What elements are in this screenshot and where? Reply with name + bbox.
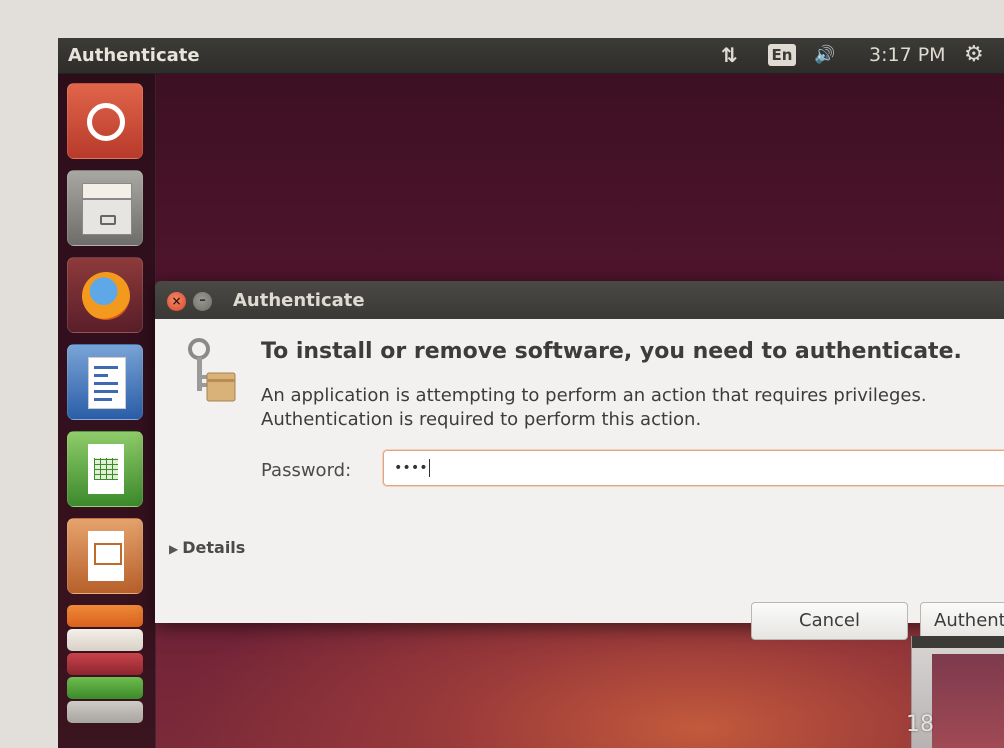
launcher-collapsed-stack[interactable]: [67, 605, 143, 745]
launcher-item-firefox[interactable]: [67, 257, 143, 333]
gear-icon[interactable]: ⚙: [964, 42, 984, 68]
amazon-icon: [67, 629, 143, 651]
writer-icon: [88, 357, 126, 409]
authenticate-button[interactable]: Authenticate: [920, 602, 1004, 640]
details-expander[interactable]: ▶ Details: [169, 538, 245, 557]
launcher-item-files[interactable]: [67, 170, 143, 246]
calc-icon: [88, 444, 124, 494]
triangle-right-icon: ▶: [169, 542, 179, 556]
keys-icon: [188, 338, 236, 402]
password-value: ••••: [394, 460, 428, 476]
password-label: Password:: [261, 460, 352, 481]
details-label: Details: [182, 538, 246, 557]
workspaces-icon: [67, 701, 143, 723]
dialog-body: To install or remove software, you need …: [155, 319, 1004, 640]
volume-icon[interactable]: 🔊: [814, 42, 835, 68]
authenticate-dialog: × – Authenticate To install or remove so…: [155, 281, 1004, 640]
launcher-item-calc[interactable]: [67, 431, 143, 507]
firefox-icon: [82, 272, 130, 320]
top-panel: Authenticate ⇅ En 🔊 3:17 PM ⚙: [58, 38, 1004, 74]
active-window-title: Authenticate: [68, 45, 200, 66]
ubuntu-logo-icon: [87, 103, 125, 141]
system-settings-icon: [67, 653, 143, 675]
software-center-icon: [67, 605, 143, 627]
dialog-description: An application is attempting to perform …: [261, 384, 927, 432]
dialog-title: Authenticate: [233, 290, 365, 311]
updates-icon: [67, 677, 143, 699]
launcher: [58, 74, 156, 748]
clock[interactable]: 3:17 PM: [869, 42, 946, 68]
dialog-titlebar: × – Authenticate: [155, 281, 1004, 319]
cancel-button[interactable]: Cancel: [751, 602, 908, 640]
impress-icon: [88, 531, 124, 581]
password-field[interactable]: ••••: [383, 450, 1004, 486]
desktop-screen: Authenticate ⇅ En 🔊 3:17 PM ⚙ × – Authen…: [58, 38, 1004, 748]
description-line-1: An application is attempting to perform …: [261, 385, 927, 406]
close-icon[interactable]: ×: [167, 292, 186, 311]
launcher-item-writer[interactable]: [67, 344, 143, 420]
launcher-item-impress[interactable]: [67, 518, 143, 594]
page-number: 18: [906, 712, 934, 737]
launcher-item-dash[interactable]: [67, 83, 143, 159]
keyboard-language-indicator[interactable]: En: [768, 44, 796, 66]
dialog-heading: To install or remove software, you need …: [261, 339, 962, 364]
description-line-2: Authentication is required to perform th…: [261, 409, 702, 430]
network-updown-icon[interactable]: ⇅: [721, 42, 738, 68]
minimize-icon[interactable]: –: [193, 292, 212, 311]
